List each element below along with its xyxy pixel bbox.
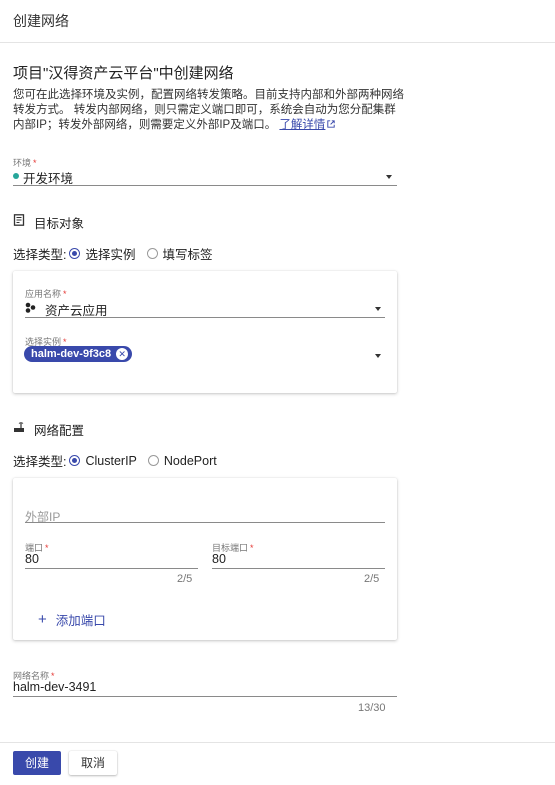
dialog-title: 创建网络: [13, 13, 69, 29]
plus-icon: +: [38, 610, 47, 628]
network-section-title: 网络配置: [34, 424, 85, 438]
environment-status-dot: [13, 173, 19, 179]
network-name-underline: [13, 696, 397, 697]
environment-underline: [13, 185, 397, 186]
app-name-underline: [25, 317, 385, 318]
network-name-counter: 13/30: [358, 702, 386, 714]
radio-fill-label[interactable]: 填写标签: [146, 244, 213, 263]
port-value: 80: [25, 552, 39, 566]
radio-checked: [69, 248, 81, 259]
learn-more-link[interactable]: 了解详情: [279, 119, 336, 131]
radio-unchecked: [147, 455, 159, 466]
radio-cluster-ip[interactable]: ClusterIP: [69, 454, 137, 468]
port-underline: [25, 568, 198, 569]
target-section-title: 目标对象: [34, 217, 85, 231]
radio-select-instance[interactable]: 选择实例: [69, 244, 136, 263]
project-heading: 项目"汉得资产云平台"中创建网络: [13, 65, 234, 82]
chevron-down-icon: [386, 175, 392, 179]
network-name-value: halm-dev-3491: [13, 680, 97, 694]
network-type-label: 选择类型:: [13, 455, 67, 469]
footer-divider: [0, 742, 555, 743]
external-ip-underline: [25, 522, 385, 523]
description-text: 您可在此选择环境及实例，配置网络转发策略。目前支持内部和外部两种网络转发方式。 …: [13, 89, 404, 131]
target-type-radio-group: 选择类型: 选择实例 填写标签: [13, 244, 224, 263]
cancel-button[interactable]: 取消: [69, 751, 117, 775]
radio-unchecked: [146, 248, 158, 259]
app-icon: [25, 302, 36, 313]
description: 您可在此选择环境及实例，配置网络转发策略。目前支持内部和外部两种网络转发方式。 …: [13, 88, 405, 133]
radio-node-port[interactable]: NodePort: [147, 454, 217, 468]
target-port-counter: 2/5: [364, 573, 380, 585]
network-type-radio-group: 选择类型: ClusterIP NodePort: [13, 451, 228, 470]
target-type-label: 选择类型:: [13, 248, 67, 262]
add-port-button[interactable]: + 添加端口: [38, 610, 106, 629]
document-icon: [13, 214, 25, 226]
chevron-down-icon: [375, 354, 381, 358]
instance-chip: halm-dev-9f3c8 ✕: [24, 346, 133, 362]
radio-checked: [69, 455, 81, 466]
chevron-down-icon: [375, 307, 381, 311]
port-counter: 2/5: [177, 573, 193, 585]
close-icon[interactable]: ✕: [116, 348, 129, 360]
app-name-label: 应用名称 *: [25, 289, 67, 299]
target-port-value: 80: [212, 552, 226, 566]
target-card: [13, 271, 397, 393]
router-icon: [14, 422, 24, 432]
create-button[interactable]: 创建: [13, 751, 61, 775]
target-port-underline: [212, 568, 385, 569]
external-link-icon: [327, 120, 336, 128]
dialog-header: 创建网络: [0, 0, 555, 43]
